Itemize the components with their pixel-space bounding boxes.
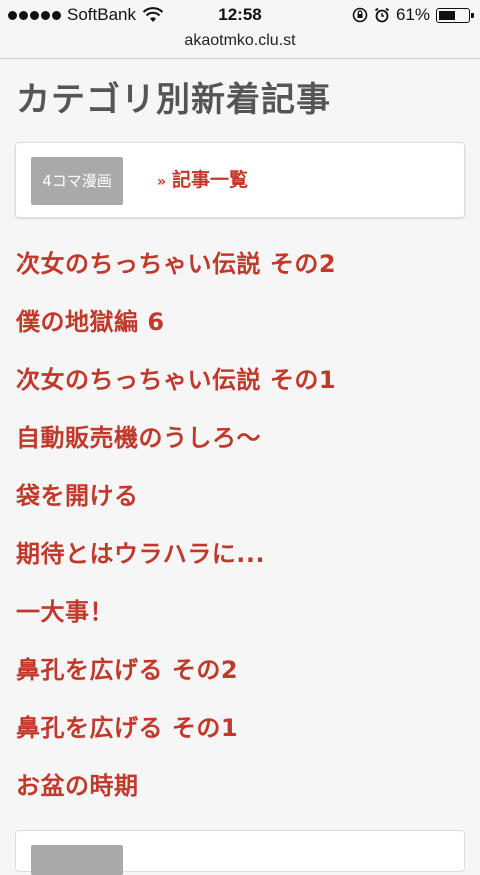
- list-item: 次女のちっちゃい伝説 その1: [16, 360, 336, 418]
- list-item: 一大事！: [16, 592, 336, 650]
- article-link[interactable]: 期待とはウラハラに...: [16, 540, 265, 568]
- orientation-lock-icon: [352, 7, 368, 23]
- next-category-tag[interactable]: [31, 845, 123, 875]
- list-item: 自動販売機のうしろ〜: [16, 418, 336, 476]
- category-tag[interactable]: 4コマ漫画: [31, 157, 123, 205]
- battery-icon: [436, 7, 474, 23]
- article-list-link[interactable]: » 記事一覧: [157, 165, 248, 192]
- url-bar[interactable]: akaotmko.clu.st: [0, 30, 480, 59]
- article-list-label: 記事一覧: [172, 169, 249, 191]
- article-link[interactable]: 次女のちっちゃい伝説 その1: [16, 366, 336, 394]
- article-link[interactable]: 鼻孔を広げる その2: [16, 656, 238, 684]
- article-link[interactable]: 袋を開ける: [16, 482, 139, 510]
- article-link[interactable]: 次女のちっちゃい伝説 その2: [16, 250, 336, 278]
- next-category-box: [15, 830, 465, 875]
- article-link[interactable]: 鼻孔を広げる その1: [16, 714, 238, 742]
- list-item: 鼻孔を広げる その1: [16, 708, 336, 766]
- list-item: 袋を開ける: [16, 476, 336, 534]
- category-box: 4コマ漫画 » 記事一覧: [15, 142, 465, 218]
- article-link[interactable]: 自動販売機のうしろ〜: [16, 424, 261, 452]
- list-item: 鼻孔を広げる その2: [16, 650, 336, 708]
- list-item: 僕の地獄編 6: [16, 302, 336, 360]
- url-text[interactable]: akaotmko.clu.st: [184, 32, 295, 49]
- article-link[interactable]: 一大事！: [16, 598, 114, 626]
- battery-fill: [439, 10, 455, 20]
- status-right: 61%: [352, 5, 474, 25]
- status-bar: SoftBank 12:58 61%: [0, 0, 480, 30]
- alarm-icon: [374, 7, 390, 23]
- battery-percent: 61%: [395, 5, 430, 24]
- list-item: 次女のちっちゃい伝説 その2: [16, 244, 336, 302]
- page-title: カテゴリ別新着記事: [16, 80, 331, 120]
- list-item: 期待とはウラハラに...: [16, 534, 336, 592]
- article-list: 次女のちっちゃい伝説 その2 僕の地獄編 6 次女のちっちゃい伝説 その1 自動…: [16, 244, 336, 824]
- list-item: お盆の時期: [16, 766, 336, 824]
- article-link[interactable]: お盆の時期: [16, 772, 139, 800]
- link-arrow-icon: »: [157, 174, 167, 190]
- article-link[interactable]: 僕の地獄編 6: [16, 308, 165, 336]
